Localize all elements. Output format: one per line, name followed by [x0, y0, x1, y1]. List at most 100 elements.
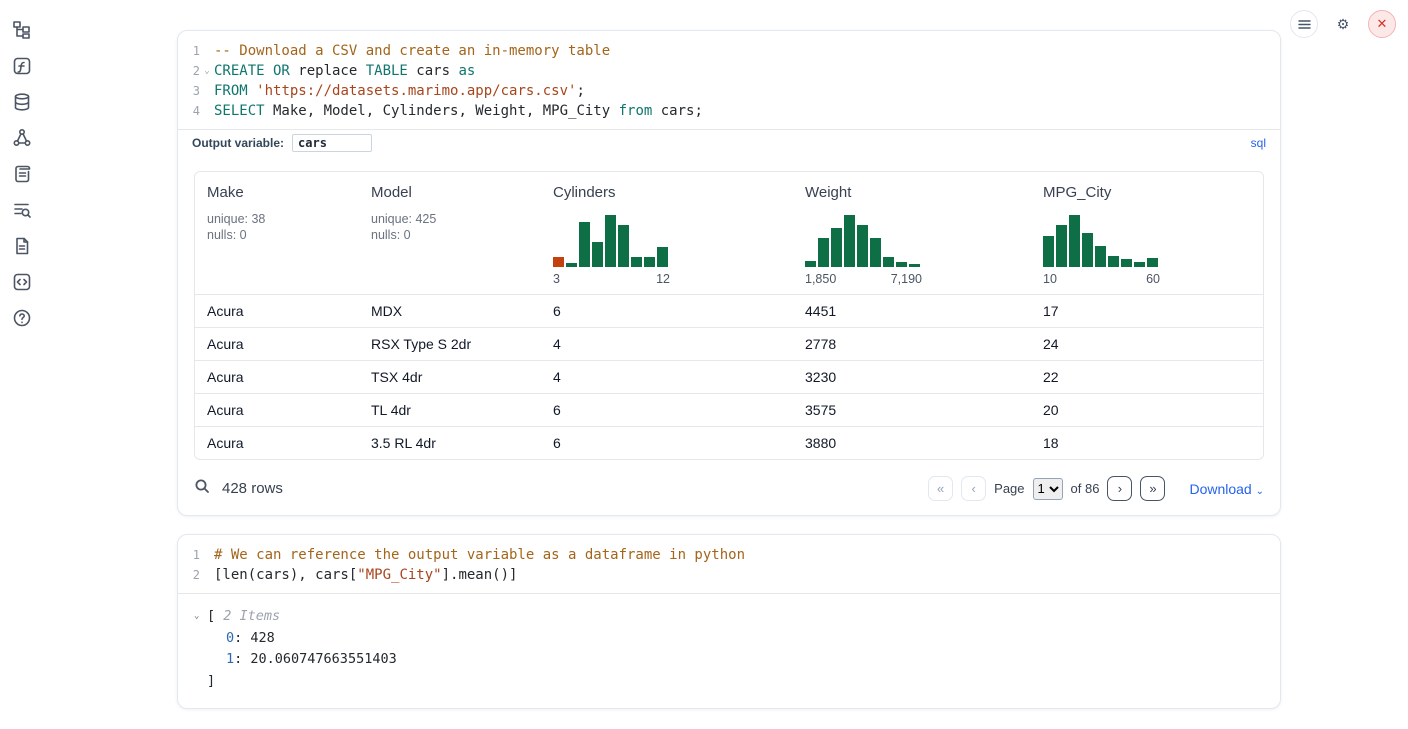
- code-token: 20.060747663551403: [250, 651, 396, 667]
- code-token: 1: [226, 651, 234, 667]
- chevron-spacer: [194, 671, 207, 693]
- histogram-bar[interactable]: [579, 222, 590, 267]
- histogram-bar[interactable]: [857, 225, 868, 267]
- dependency-graph-icon[interactable]: [12, 128, 32, 148]
- next-page-button[interactable]: ›: [1107, 476, 1132, 501]
- histogram-bar[interactable]: [553, 257, 564, 267]
- histogram-bar[interactable]: [605, 215, 616, 267]
- code-token: [len(cars), cars[: [214, 567, 357, 583]
- histogram-bar[interactable]: [870, 238, 881, 267]
- code-token: from: [619, 103, 653, 119]
- collapse-chevron-icon[interactable]: ⌄: [194, 606, 207, 628]
- code-line[interactable]: 4 SELECT Make, Model, Cylinders, Weight, …: [178, 101, 1280, 121]
- first-page-button[interactable]: «: [928, 476, 953, 501]
- notebook-actions: ⚙ ✕: [1290, 10, 1396, 38]
- file-explorer-icon[interactable]: [12, 20, 32, 40]
- code-line[interactable]: 3FROM 'https://datasets.marimo.app/cars.…: [178, 81, 1280, 101]
- histogram-bar[interactable]: [618, 225, 629, 267]
- histogram: [1043, 215, 1259, 267]
- logs-icon[interactable]: [12, 200, 32, 220]
- table-row[interactable]: AcuraTSX 4dr4323022: [195, 361, 1264, 394]
- search-icon[interactable]: [194, 478, 210, 499]
- column-header-cylinders[interactable]: Cylinders312: [545, 172, 797, 295]
- documentation-icon[interactable]: [12, 236, 32, 256]
- table-cell: RSX Type S 2dr: [363, 328, 545, 361]
- snippets-icon[interactable]: [12, 272, 32, 292]
- last-page-button[interactable]: »: [1140, 476, 1165, 501]
- histogram-bar[interactable]: [909, 264, 920, 267]
- histogram-bar[interactable]: [592, 242, 603, 267]
- sidebar: [0, 20, 44, 328]
- table-cell: 2778: [797, 328, 1035, 361]
- code-text: CREATE OR replace TABLE cars as: [214, 61, 475, 81]
- code-line[interactable]: 1# We can reference the output variable …: [178, 545, 1280, 565]
- line-number: 1: [178, 41, 200, 61]
- variables-icon[interactable]: [12, 56, 32, 76]
- code-token: [: [207, 608, 215, 624]
- column-header-weight[interactable]: Weight1,8507,190: [797, 172, 1035, 295]
- histogram-bar[interactable]: [1043, 236, 1054, 267]
- line-number: 4: [178, 101, 200, 121]
- settings-gear-button[interactable]: ⚙: [1329, 10, 1357, 38]
- code-line[interactable]: 2⌄CREATE OR replace TABLE cars as: [178, 61, 1280, 81]
- code-line[interactable]: 1 -- Download a CSV and create an in-memo…: [178, 41, 1280, 61]
- tree-line: ⌄[ 2 Items: [194, 606, 1264, 628]
- histogram-bar[interactable]: [818, 238, 829, 267]
- histogram-bar[interactable]: [644, 257, 655, 267]
- code-line[interactable]: 2[len(cars), cars["MPG_City"].mean()]: [178, 565, 1280, 585]
- histogram-bar[interactable]: [1147, 258, 1158, 267]
- histogram-bar[interactable]: [1056, 225, 1067, 267]
- python-code-editor[interactable]: 1# We can reference the output variable …: [178, 535, 1280, 593]
- column-header-make[interactable]: Makeunique: 38nulls: 0: [195, 172, 363, 295]
- table-row[interactable]: AcuraRSX Type S 2dr4277824: [195, 328, 1264, 361]
- code-text: -- Download a CSV and create an in-memor…: [214, 41, 610, 61]
- table-row[interactable]: AcuraMDX6445117: [195, 295, 1264, 328]
- histogram-bar[interactable]: [1095, 246, 1106, 267]
- histogram-bar[interactable]: [566, 263, 577, 267]
- histogram-bar[interactable]: [805, 261, 816, 267]
- sql-code-editor[interactable]: 1 -- Download a CSV and create an in-memo…: [178, 31, 1280, 129]
- prev-page-button[interactable]: ‹: [961, 476, 986, 501]
- menu-button[interactable]: [1290, 10, 1318, 38]
- histogram-bar[interactable]: [831, 228, 842, 267]
- column-title: Make: [207, 184, 355, 201]
- code-text: [len(cars), cars["MPG_City"].mean()]: [214, 565, 517, 585]
- histogram-bar[interactable]: [1134, 262, 1145, 267]
- download-button[interactable]: Download ⌄: [1189, 481, 1264, 497]
- datasets-icon[interactable]: [12, 92, 32, 112]
- scratchpad-icon[interactable]: [12, 164, 32, 184]
- fold-chevron-icon[interactable]: ⌄: [200, 61, 214, 81]
- code-token: CREATE OR: [214, 63, 290, 79]
- histogram-bar[interactable]: [883, 257, 894, 267]
- histogram-bar[interactable]: [1121, 259, 1132, 267]
- table-cell: Acura: [195, 394, 363, 427]
- output-variable-input[interactable]: [292, 134, 372, 152]
- code-token: -- Download a CSV and create an in-memor…: [214, 43, 610, 59]
- histogram-bar[interactable]: [631, 257, 642, 267]
- histogram-bar[interactable]: [657, 247, 668, 267]
- table-row[interactable]: Acura3.5 RL 4dr6388018: [195, 427, 1264, 460]
- histogram-bar[interactable]: [1108, 256, 1119, 267]
- histogram-bar[interactable]: [1069, 215, 1080, 267]
- column-header-mpg_city[interactable]: MPG_City1060: [1035, 172, 1264, 295]
- row-count: 428 rows: [222, 480, 283, 497]
- table-header-row: Makeunique: 38nulls: 0Modelunique: 425nu…: [195, 172, 1264, 295]
- table-cell: 4: [545, 361, 797, 394]
- code-text: SELECT Make, Model, Cylinders, Weight, M…: [214, 101, 703, 121]
- column-title: Weight: [805, 184, 1027, 201]
- column-summary: [1043, 211, 1259, 267]
- help-icon[interactable]: [12, 308, 32, 328]
- histogram-bar[interactable]: [844, 215, 855, 267]
- histogram-bar[interactable]: [1082, 233, 1093, 267]
- histogram-bar[interactable]: [896, 262, 907, 267]
- code-token: # We can reference the output variable a…: [214, 547, 745, 563]
- code-token: 'https://datasets.marimo.app/cars.csv': [256, 83, 576, 99]
- histogram-axis: [371, 272, 488, 288]
- shutdown-close-button[interactable]: ✕: [1368, 10, 1396, 38]
- table-row[interactable]: AcuraTL 4dr6357520: [195, 394, 1264, 427]
- page-of-label: of 86: [1071, 481, 1100, 496]
- table-footer: 428 rows « ‹ Page 1 of 86 › » Download ⌄: [178, 468, 1280, 515]
- column-header-model[interactable]: Modelunique: 425nulls: 0: [363, 172, 545, 295]
- page-select[interactable]: 1: [1033, 478, 1063, 500]
- code-token: cars: [408, 63, 459, 79]
